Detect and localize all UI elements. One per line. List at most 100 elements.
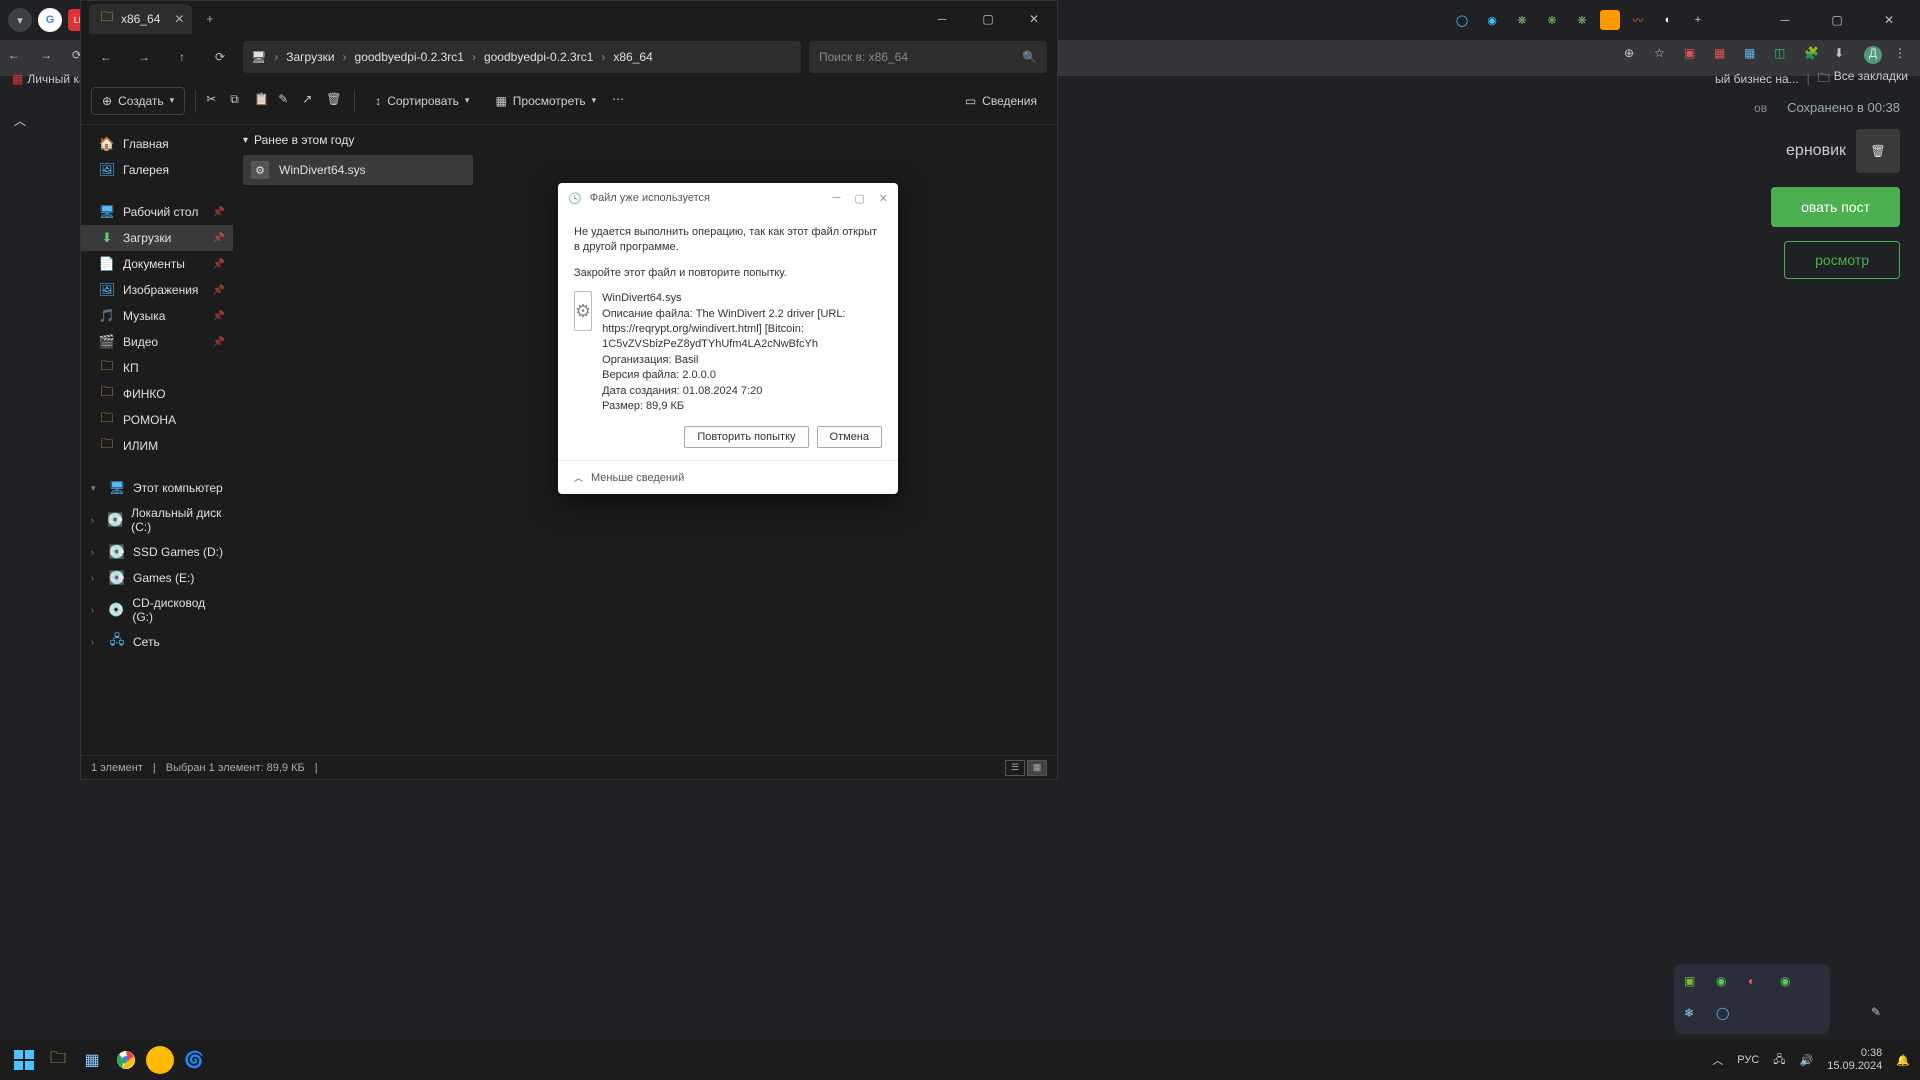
chevron-down-icon[interactable]: ▾ <box>91 483 101 494</box>
rename-icon[interactable]: ✎ <box>278 92 296 110</box>
ext2-icon[interactable]: ▦ <box>1714 46 1732 64</box>
sidebar-item-network[interactable]: ›🖧Сеть <box>81 629 233 655</box>
preview-button[interactable]: росмотр <box>1784 241 1900 279</box>
close-tab-icon[interactable]: ✕ <box>174 12 184 26</box>
browser-max-icon[interactable]: ▢ <box>1814 2 1860 38</box>
sidebar-item-folder[interactable]: 🗀ИЛИМ <box>81 433 233 459</box>
browser-tab-1[interactable]: G <box>38 8 62 32</box>
tray-icon-3[interactable]: ◐ <box>1748 974 1766 992</box>
chevron-right-icon[interactable]: › <box>91 573 101 583</box>
nav-up-icon[interactable]: ↑ <box>167 42 197 72</box>
nav-refresh-icon[interactable]: ⟳ <box>205 42 235 72</box>
sidebar-item-drive[interactable]: ›💽SSD Games (D:) <box>81 539 233 565</box>
taskbar-chrome-icon[interactable] <box>112 1046 140 1074</box>
tray-icon-1[interactable]: ▣ <box>1684 974 1702 992</box>
star-icon[interactable]: ☆ <box>1654 46 1672 64</box>
new-tab-button[interactable]: + <box>206 12 213 26</box>
volume-tray-icon[interactable]: 🔊 <box>1800 1054 1814 1067</box>
search-input[interactable]: Поиск в: x86_64 🔍 <box>809 41 1047 73</box>
bc-seg[interactable]: goodbyedpi-0.2.3rc1 <box>355 50 464 64</box>
puzzle-icon[interactable]: 🧩 <box>1804 46 1822 64</box>
download-icon[interactable]: ⬇ <box>1834 46 1852 64</box>
publish-button[interactable]: овать пост <box>1771 187 1900 227</box>
delete-icon[interactable]: 🗑 <box>326 92 344 110</box>
all-bookmarks[interactable]: 🗀Все закладки <box>1818 69 1908 90</box>
group-header[interactable]: ▾Ранее в этом году <box>243 133 1047 147</box>
sort-button[interactable]: ↕Сортировать▾ <box>365 88 479 114</box>
sidebar-item-folder[interactable]: 🗀КП <box>81 355 233 381</box>
edit-fab[interactable]: ✎ <box>1862 998 1890 1026</box>
delete-button[interactable]: 🗑 <box>1856 129 1900 173</box>
breadcrumb[interactable]: 🖥› Загрузки› goodbyedpi-0.2.3rc1› goodby… <box>243 41 801 73</box>
profile-icon[interactable]: Д <box>1864 46 1882 64</box>
cut-icon[interactable]: ✂ <box>206 92 224 110</box>
taskbar-app2-icon[interactable]: 🌀 <box>180 1046 208 1074</box>
retry-button[interactable]: Повторить попытку <box>684 426 808 448</box>
bc-seg[interactable]: Загрузки <box>286 50 334 64</box>
chevron-right-icon[interactable]: › <box>91 637 101 647</box>
sidebar-item-video[interactable]: 🎬Видео📌 <box>81 329 233 355</box>
browser-tab-8[interactable] <box>1600 10 1620 30</box>
sidebar-item-thispc[interactable]: ▾🖥Этот компьютер <box>81 475 233 501</box>
ext4-icon[interactable]: ◫ <box>1774 46 1792 64</box>
list-view-icon[interactable]: ☰ <box>1005 760 1025 776</box>
chevron-right-icon[interactable]: › <box>91 515 99 525</box>
tray-icon-6[interactable]: ◯ <box>1716 1006 1734 1024</box>
minimize-icon[interactable]: ─ <box>919 1 965 37</box>
nav-back-icon[interactable]: ← <box>91 42 121 72</box>
nav-forward-icon[interactable]: → <box>129 42 159 72</box>
share-icon[interactable]: ↗ <box>302 92 320 110</box>
tray-icon-4[interactable]: ◉ <box>1780 974 1798 992</box>
paste-icon[interactable]: 📋 <box>254 92 272 110</box>
chevron-right-icon[interactable]: › <box>91 547 101 557</box>
network-tray-icon[interactable]: 🖧 <box>1773 1051 1785 1070</box>
browser-min-icon[interactable]: ─ <box>1762 2 1808 38</box>
browser-tab-7[interactable]: ❋ <box>1570 8 1594 32</box>
sidebar-item-gallery[interactable]: 🖼Галерея <box>81 157 233 183</box>
sidebar-item-pictures[interactable]: 🖼Изображения📌 <box>81 277 233 303</box>
dialog-close-icon[interactable]: ✕ <box>879 192 888 205</box>
start-button[interactable] <box>10 1046 38 1074</box>
sidebar-item-drive[interactable]: ›💽Games (E:) <box>81 565 233 591</box>
view-button[interactable]: ▦Просмотреть▾ <box>485 88 606 114</box>
tray-icon-2[interactable]: ◉ <box>1716 974 1734 992</box>
tray-icon-5[interactable]: ❄ <box>1684 1006 1702 1024</box>
zoom-icon[interactable]: ⊕ <box>1624 46 1642 64</box>
taskbar-app-icon[interactable] <box>146 1046 174 1074</box>
bc-seg[interactable]: goodbyedpi-0.2.3rc1 <box>484 50 593 64</box>
browser-tab-5[interactable]: ❋ <box>1510 8 1534 32</box>
file-item[interactable]: ⚙ WinDivert64.sys <box>243 155 473 185</box>
sidebar-item-home[interactable]: 🏠Главная <box>81 131 233 157</box>
sidebar-item-drive[interactable]: ›💿CD-дисковод (G:) <box>81 591 233 629</box>
menu-icon[interactable]: ⋮ <box>1894 46 1912 64</box>
ext1-icon[interactable]: ▣ <box>1684 46 1702 64</box>
cancel-button[interactable]: Отмена <box>817 426 882 448</box>
browser-tab-9[interactable]: 〰 <box>1626 8 1650 32</box>
fewer-details-toggle[interactable]: ︿ Меньше сведений <box>558 460 898 494</box>
bookmark-item-2[interactable]: ый бизнес на... <box>1715 72 1799 86</box>
language-indicator[interactable]: РУС <box>1737 1054 1759 1066</box>
browser-newtab[interactable]: + <box>1686 8 1710 32</box>
notifications-icon[interactable]: 🔔 <box>1896 1054 1910 1067</box>
browser-tab-6[interactable]: ❋ <box>1540 8 1564 32</box>
browser-tab-3[interactable]: ◯ <box>1450 8 1474 32</box>
details-button[interactable]: ▭Сведения <box>955 88 1047 114</box>
tray-chevron-icon[interactable]: ︿ <box>1712 1052 1723 1068</box>
clock[interactable]: 0:38 15.09.2024 <box>1827 1047 1882 1073</box>
browser-close-icon[interactable]: ✕ <box>1866 2 1912 38</box>
sidebar-item-downloads[interactable]: ⬇Загрузки📌 <box>81 225 233 251</box>
tab-menu-icon[interactable]: ▾ <box>8 8 32 32</box>
taskbar-calc-icon[interactable]: ▦ <box>78 1046 106 1074</box>
collapse-panel-icon[interactable]: ︿ <box>14 112 26 129</box>
browser-tab-10[interactable]: ◐ <box>1656 8 1680 32</box>
dialog-max-icon[interactable]: ▢ <box>854 192 864 205</box>
sidebar-item-documents[interactable]: 📄Документы📌 <box>81 251 233 277</box>
create-button[interactable]: ⊕Создать▾ <box>91 87 185 115</box>
sidebar-item-folder[interactable]: 🗀ФИНКО <box>81 381 233 407</box>
maximize-icon[interactable]: ▢ <box>965 1 1011 37</box>
copy-icon[interactable]: ⧉ <box>230 92 248 110</box>
sidebar-item-drive[interactable]: ›💽Локальный диск (C:) <box>81 501 233 539</box>
sidebar-item-music[interactable]: 🎵Музыка📌 <box>81 303 233 329</box>
browser-tab-4[interactable]: ◉ <box>1480 8 1504 32</box>
ext3-icon[interactable]: ▦ <box>1744 46 1762 64</box>
